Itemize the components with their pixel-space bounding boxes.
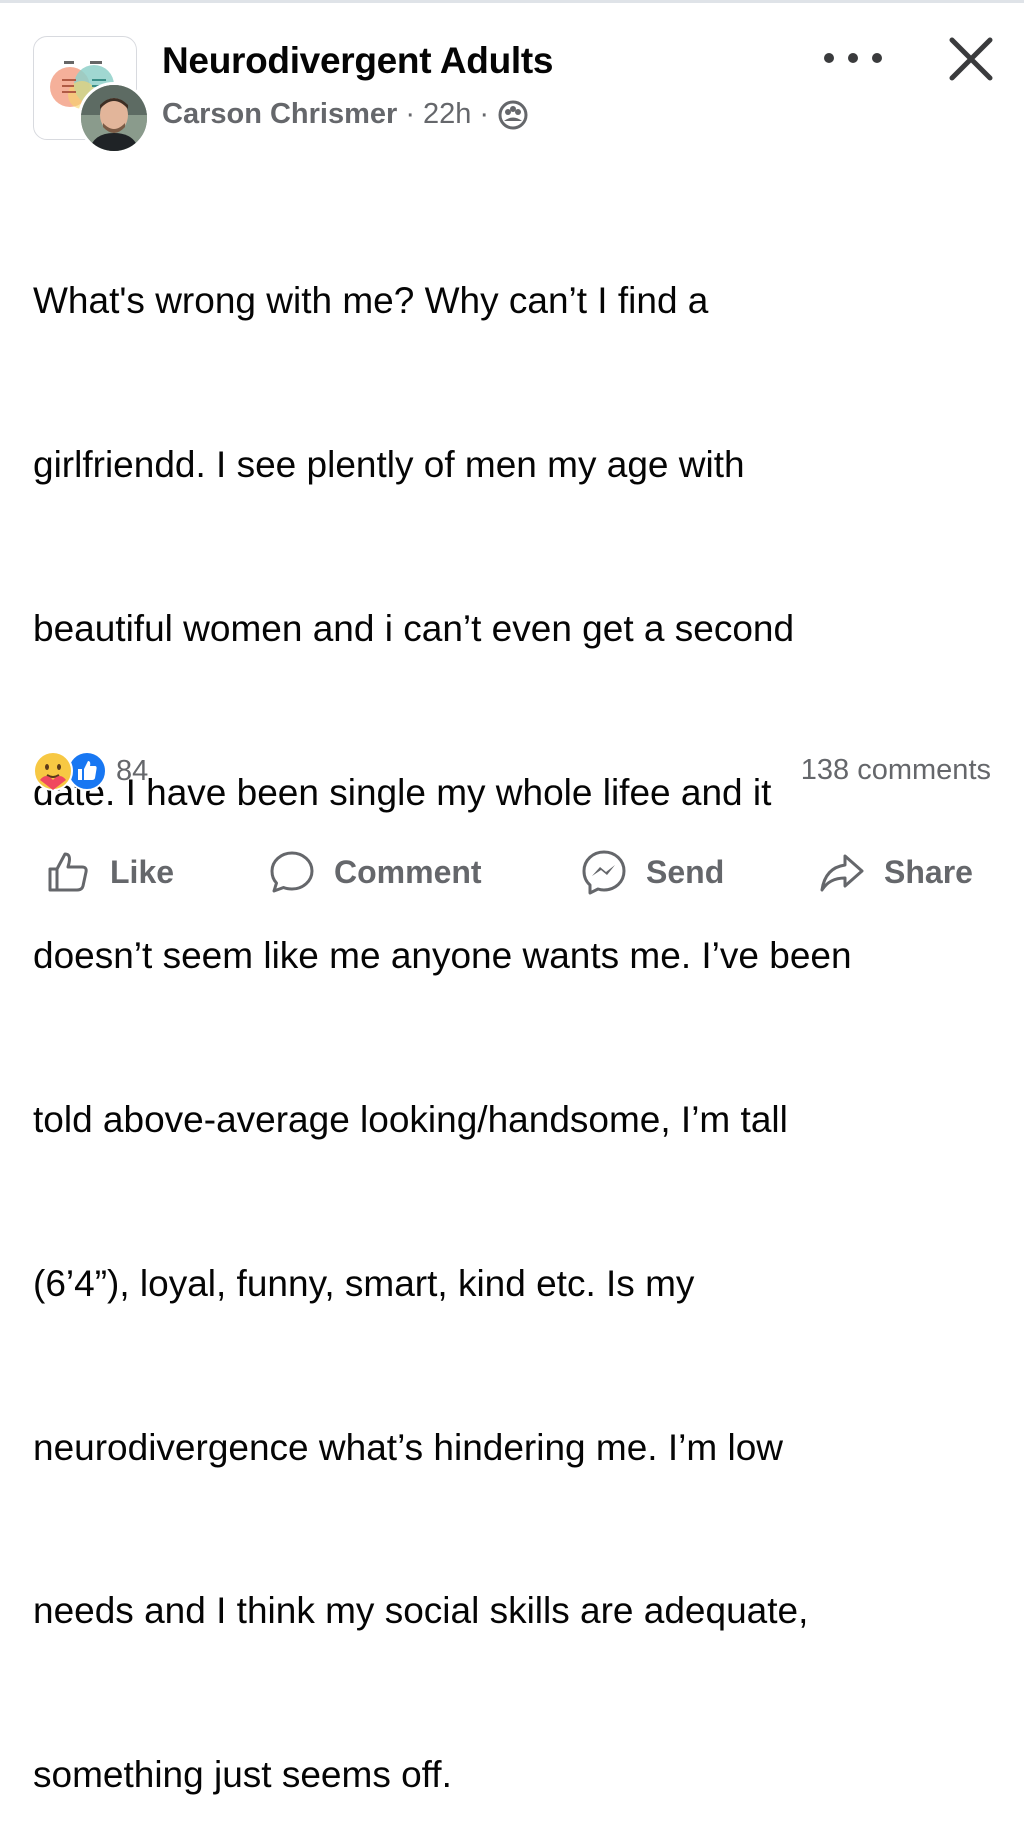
post-text-line: (6’4”), loyal, funny, smart, kind etc. I… — [33, 1262, 695, 1304]
comment-icon — [270, 851, 314, 893]
post-text-line: needs and I think my social skills are a… — [33, 1590, 809, 1632]
meta-separator: · — [405, 98, 415, 130]
author-name[interactable]: Carson Chrismer — [162, 98, 397, 131]
like-button[interactable]: Like — [44, 840, 174, 904]
action-bar: Like Comment Send Share — [0, 840, 1024, 904]
comment-label: Comment — [334, 853, 482, 890]
share-label: Share — [884, 853, 973, 890]
messenger-icon — [582, 850, 626, 895]
comments-count[interactable]: 138 comments — [801, 754, 991, 787]
top-divider — [0, 0, 1024, 3]
group-members-icon — [497, 99, 529, 131]
post-text-line: something just seems off. — [33, 1754, 452, 1796]
care-reaction-icon — [32, 750, 74, 792]
author-avatar[interactable] — [78, 82, 150, 154]
reaction-count: 84 — [116, 754, 149, 787]
share-button[interactable]: Share — [818, 840, 973, 904]
post-text-line: What's wrong with me? Why can’t I find a — [33, 280, 709, 322]
post-text-line: neurodivergence what’s hindering me. I’m… — [33, 1426, 783, 1468]
reaction-summary[interactable]: 84 — [32, 750, 148, 792]
like-label: Like — [110, 853, 175, 890]
dot-icon — [848, 53, 858, 63]
close-icon[interactable] — [946, 34, 996, 84]
post-time[interactable]: 22h — [423, 98, 471, 131]
meta-separator: · — [479, 98, 490, 130]
dot-icon — [872, 53, 882, 63]
more-options-button[interactable] — [824, 46, 882, 70]
post-text-line: beautiful women and i can’t even get a s… — [33, 607, 795, 649]
group-name[interactable]: Neurodivergent Adults — [162, 40, 553, 82]
share-arrow-icon — [820, 854, 864, 892]
post-meta: Carson Chrismer · 22h · — [162, 98, 529, 131]
post-text-line: told above-average looking/handsome, I’m… — [33, 1099, 788, 1141]
post-body: What's wrong with me? Why can’t I find a… — [33, 165, 993, 1842]
send-label: Send — [646, 853, 725, 890]
thumbs-up-icon — [48, 852, 88, 892]
dot-icon — [824, 53, 834, 63]
post-text-line: girlfriendd. I see plently of men my age… — [33, 443, 745, 485]
post-text-line: doesn’t seem like me anyone wants me. I’… — [33, 935, 852, 977]
send-button[interactable]: Send — [580, 840, 724, 904]
comment-button[interactable]: Comment — [268, 840, 482, 904]
